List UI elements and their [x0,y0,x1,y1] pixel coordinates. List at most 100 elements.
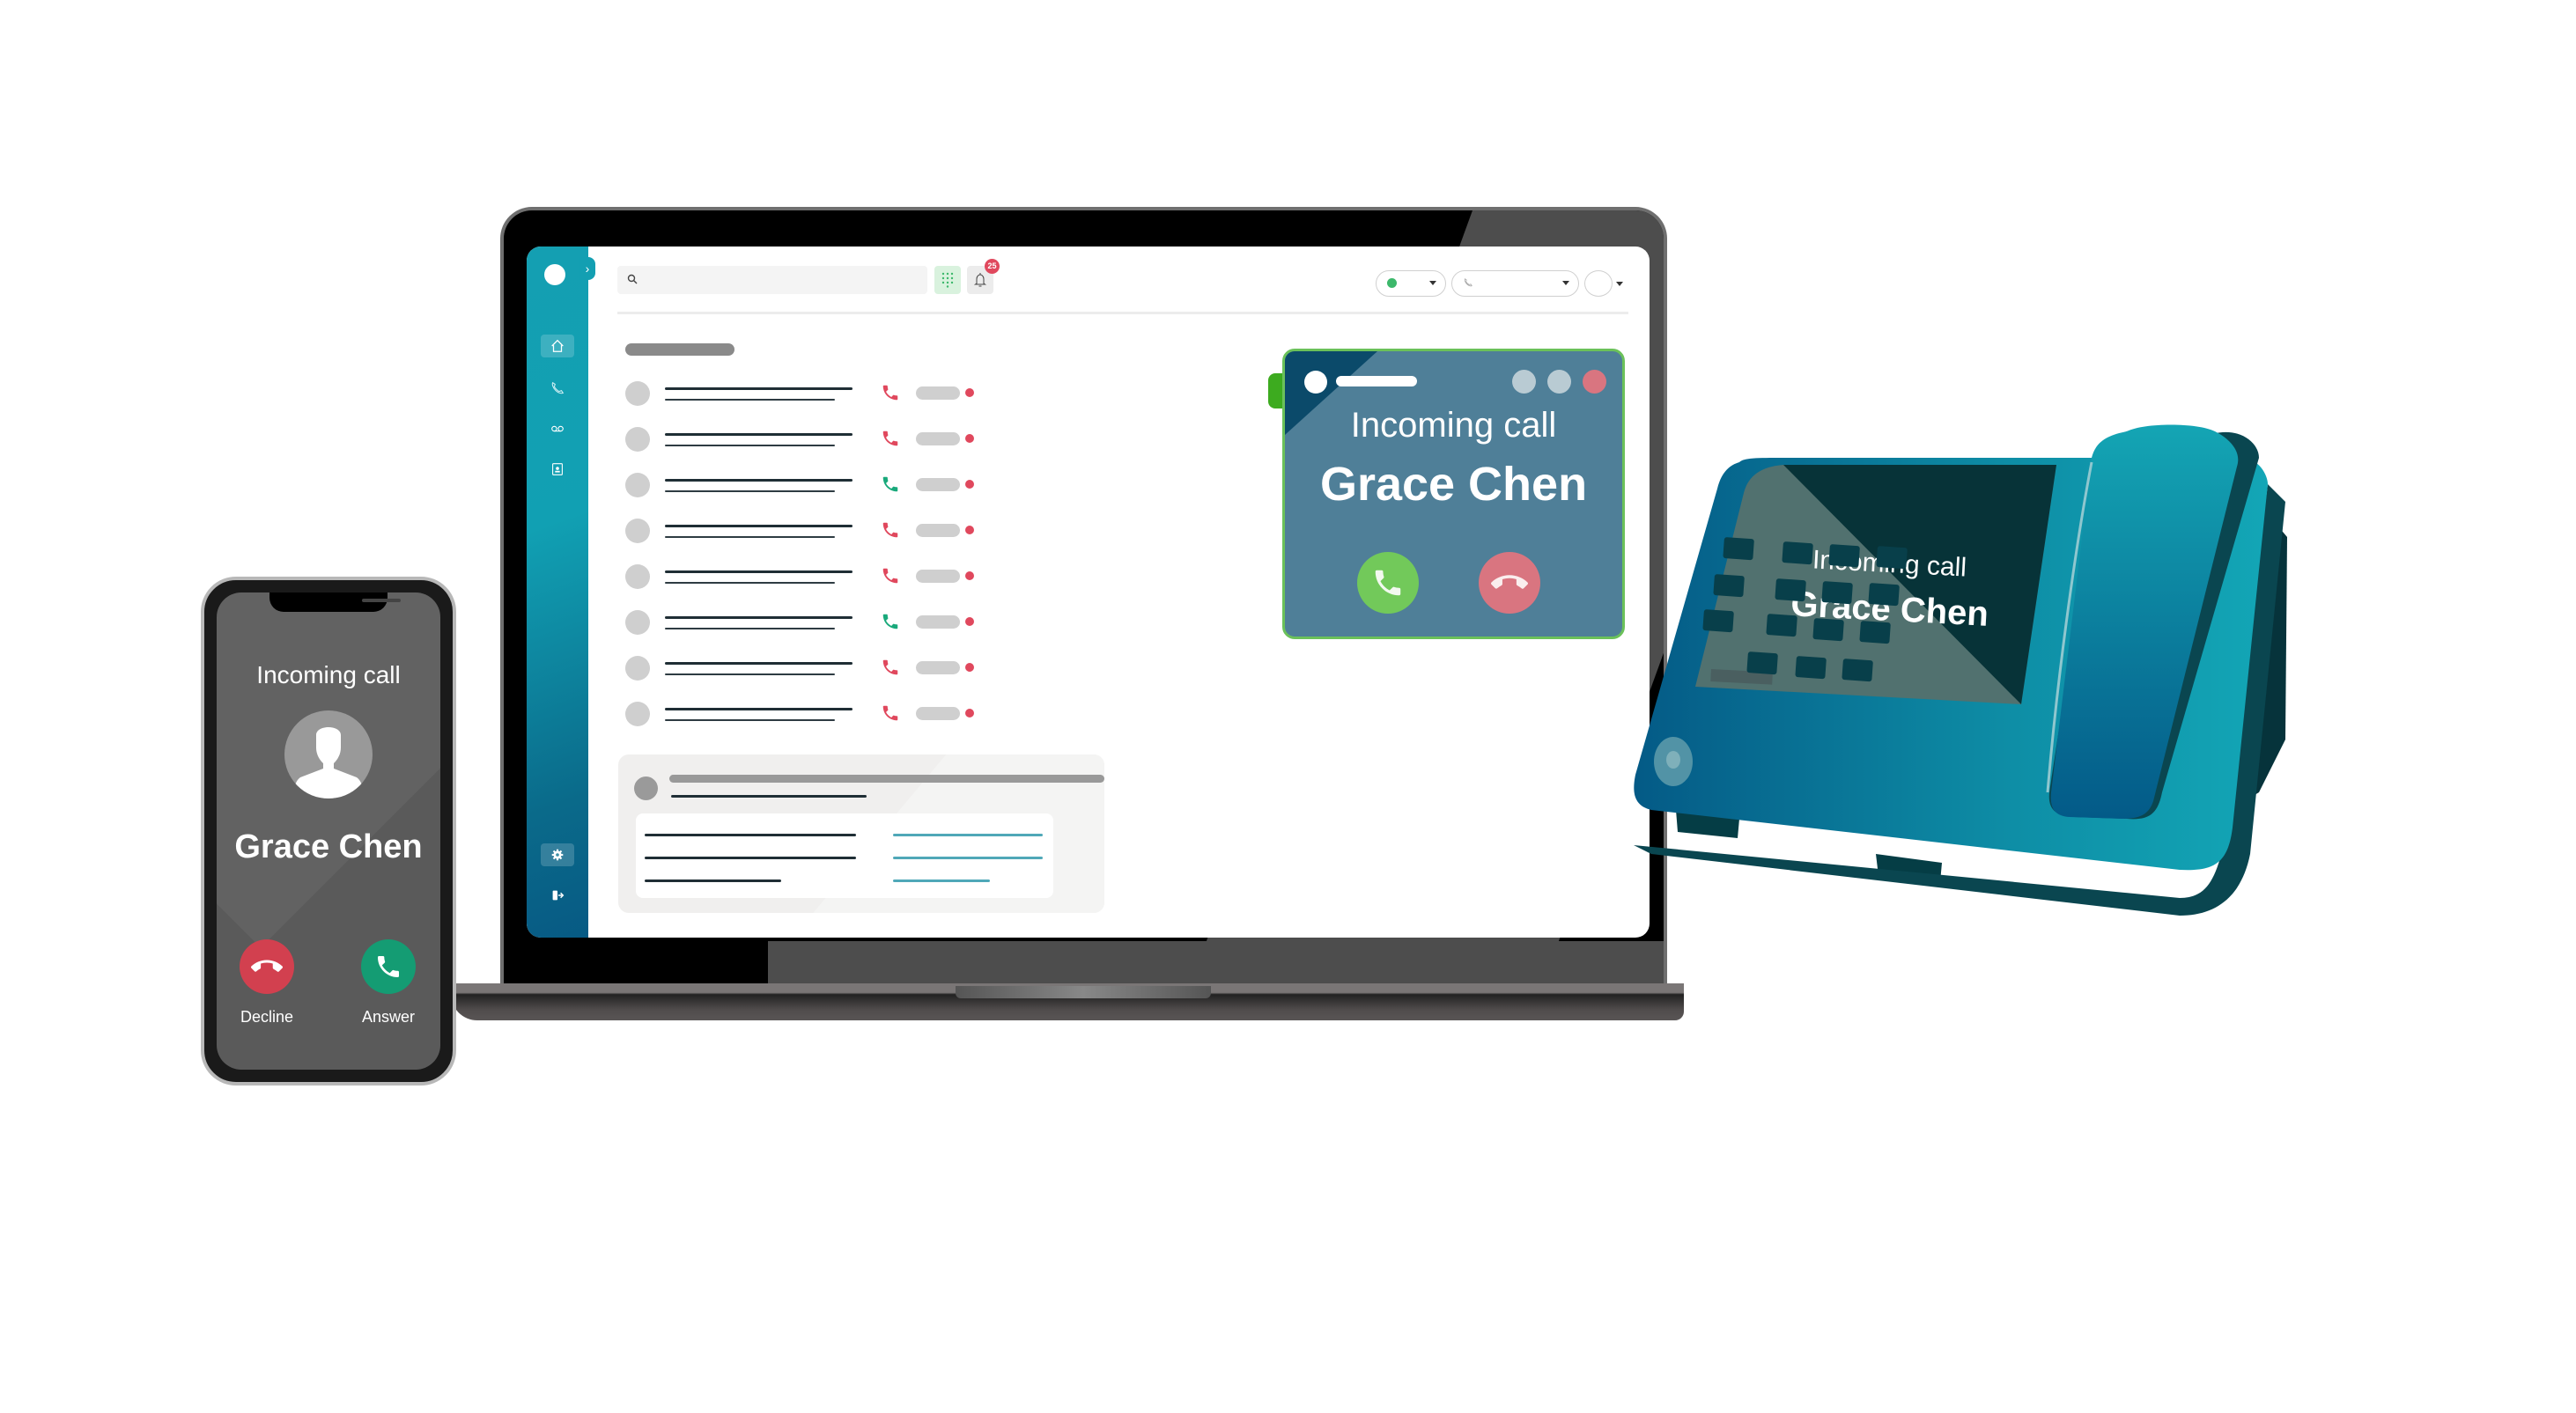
topbar-divider [617,312,1628,314]
avatar [625,564,650,589]
unread-indicator [965,663,974,672]
desk-phone: Incoming call Grace Chen [1634,424,2287,916]
contact-card-icon [552,463,563,475]
call-detail-card [618,754,1104,913]
presence-status-dropdown[interactable] [1376,270,1446,297]
window-minimize-button[interactable] [1512,370,1536,394]
window-maximize-button[interactable] [1547,370,1571,394]
card-subtitle-placeholder [671,795,867,798]
popup-title-placeholder [1336,376,1417,386]
decline-button[interactable] [240,939,294,994]
unread-indicator [965,617,974,626]
contact-number-placeholder [665,490,835,492]
keypad-key[interactable] [1821,581,1853,605]
call-history-row[interactable] [625,374,995,409]
answer-button[interactable] [361,939,416,994]
call-history-row[interactable] [625,649,995,684]
missed-call-icon [882,705,898,721]
answered-call-icon [882,614,898,629]
card-title-placeholder [669,775,1104,783]
call-history-row[interactable] [625,466,995,501]
search-input[interactable] [617,266,927,294]
call-time-placeholder [916,386,960,400]
caller-avatar [284,710,373,798]
keypad-key[interactable] [1795,656,1827,680]
user-avatar-button[interactable] [1584,270,1613,297]
avatar [625,427,650,452]
contact-name-placeholder [665,616,853,619]
answer-button[interactable] [1357,552,1419,614]
contact-name-placeholder [665,479,853,482]
call-time-placeholder [916,707,960,720]
answered-call-icon [882,476,898,492]
contact-name-placeholder [665,662,853,665]
call-history-row[interactable] [625,603,995,638]
app-logo [1304,371,1327,394]
unread-indicator [965,434,974,443]
decline-button[interactable] [1479,552,1540,614]
contact-name-placeholder [665,525,853,527]
sidebar-item-contacts[interactable] [541,458,574,481]
call-time-placeholder [916,524,960,537]
call-history-row[interactable] [625,420,995,455]
sidebar-item-calls[interactable] [541,377,574,400]
navigation-button-center[interactable] [1666,751,1680,769]
sidebar-item-voicemail[interactable] [541,417,574,440]
call-time-placeholder [916,661,960,674]
voicemail-icon [551,425,564,432]
keypad-key[interactable] [1876,546,1908,570]
keypad-key[interactable] [1812,618,1844,642]
card-details-panel [636,813,1053,898]
avatar [634,776,658,800]
dialpad-button[interactable] [934,266,961,294]
keypad-key[interactable] [1868,583,1900,607]
call-time-placeholder [916,432,960,445]
sidebar-item-logout[interactable] [541,884,574,907]
section-heading-placeholder [625,343,734,356]
chevron-down-icon[interactable] [1616,282,1623,286]
contact-number-placeholder [665,628,835,629]
notification-count-badge: 25 [985,259,1000,274]
call-history-row[interactable] [625,511,995,547]
keypad-key[interactable] [1702,609,1734,633]
keypad-key[interactable] [1713,574,1745,598]
keypad-key[interactable] [1766,614,1797,637]
unread-indicator [965,388,974,397]
detail-value-placeholder [893,834,1043,836]
sidebar-item-home[interactable] [541,335,574,357]
phone-hangup-icon [251,960,283,972]
keypad-key[interactable] [1828,544,1860,568]
missed-call-icon [882,385,898,401]
unread-indicator [965,571,974,580]
answer-label: Answer [361,1008,416,1026]
contact-number-placeholder [665,445,835,446]
keypad-key[interactable] [1723,537,1754,561]
keypad-key[interactable] [1782,541,1813,565]
contact-number-placeholder [665,582,835,584]
avatar [625,381,650,406]
call-history-row[interactable] [625,557,995,592]
sidebar-toggle-button[interactable]: › [579,257,595,280]
app-logo[interactable] [544,264,565,285]
unread-indicator [965,480,974,489]
presence-status-dot [1387,278,1397,288]
bell-icon [974,273,986,287]
keypad-key[interactable] [1859,621,1891,644]
mobile-screen: Incoming call Grace Chen Decline Answer [217,592,440,1070]
chevron-down-icon [1562,281,1569,285]
keypad-key[interactable] [1746,651,1778,675]
sidebar-item-settings[interactable] [541,843,574,866]
call-history-row[interactable] [625,695,995,730]
logout-icon [552,890,565,901]
avatar [625,702,650,726]
missed-call-icon [882,568,898,584]
contact-name-placeholder [665,433,853,436]
mobile-phone: Incoming call Grace Chen Decline Answer [201,577,456,1086]
keypad-key[interactable] [1842,659,1873,682]
phone-answer-icon [378,956,399,977]
contact-number-placeholder [665,719,835,721]
window-close-button[interactable] [1583,370,1606,394]
phone-line-dropdown[interactable] [1451,270,1579,297]
unread-indicator [965,526,974,534]
keypad-key[interactable] [1775,578,1806,602]
